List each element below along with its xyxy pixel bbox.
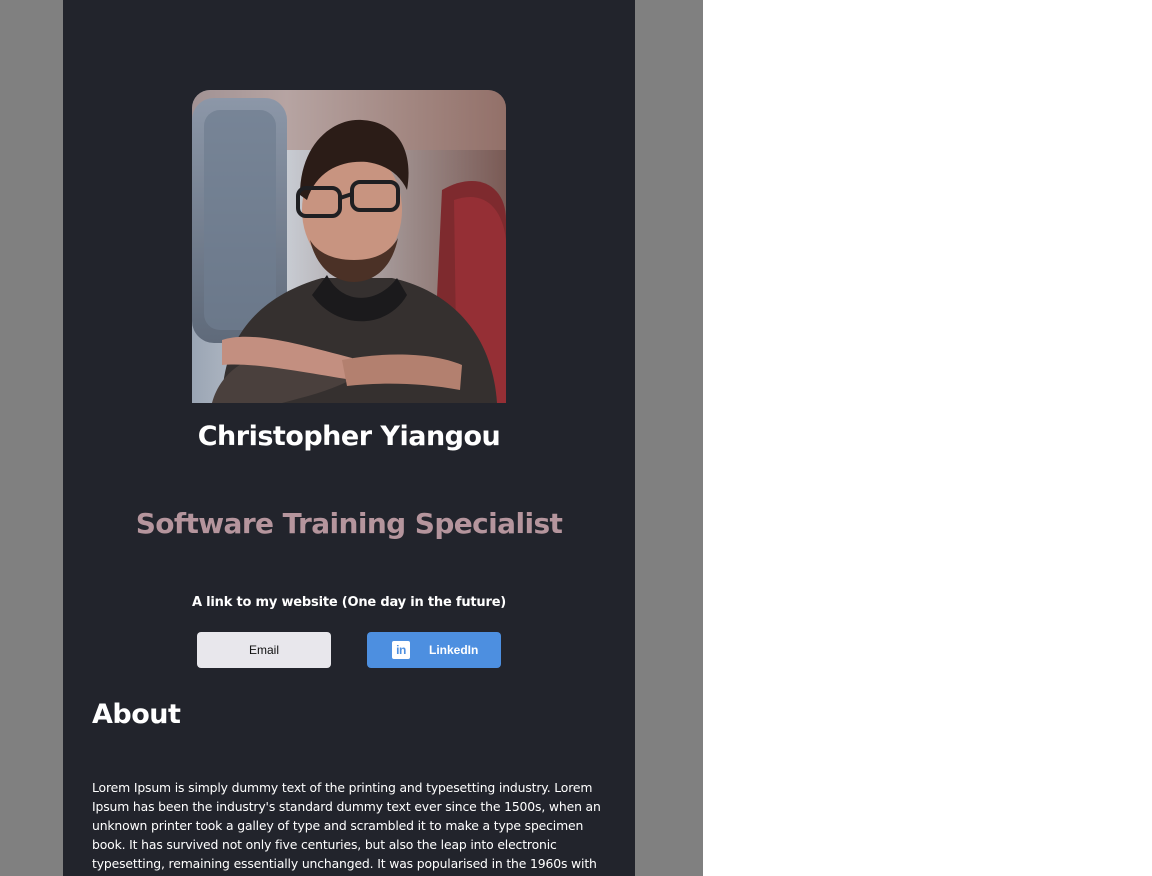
linkedin-button[interactable]: in LinkedIn bbox=[367, 632, 501, 668]
job-title: Software Training Specialist bbox=[135, 507, 563, 540]
email-button[interactable]: Email bbox=[197, 632, 331, 668]
email-button-label: Email bbox=[248, 643, 279, 657]
linkedin-icon: in bbox=[392, 641, 410, 659]
linkedin-icon-text: in bbox=[396, 643, 406, 657]
about-heading: About bbox=[92, 699, 181, 730]
profile-name: Christopher Yiangou bbox=[197, 421, 501, 452]
linkedin-button-label: LinkedIn bbox=[429, 643, 479, 657]
profile-photo bbox=[192, 90, 506, 403]
about-text: Lorem Ipsum is simply dummy text of the … bbox=[92, 780, 601, 871]
profile-card: Christopher Yiangou Software Training Sp… bbox=[63, 0, 635, 876]
website-link[interactable]: A link to my website (One day in the fut… bbox=[63, 595, 635, 610]
